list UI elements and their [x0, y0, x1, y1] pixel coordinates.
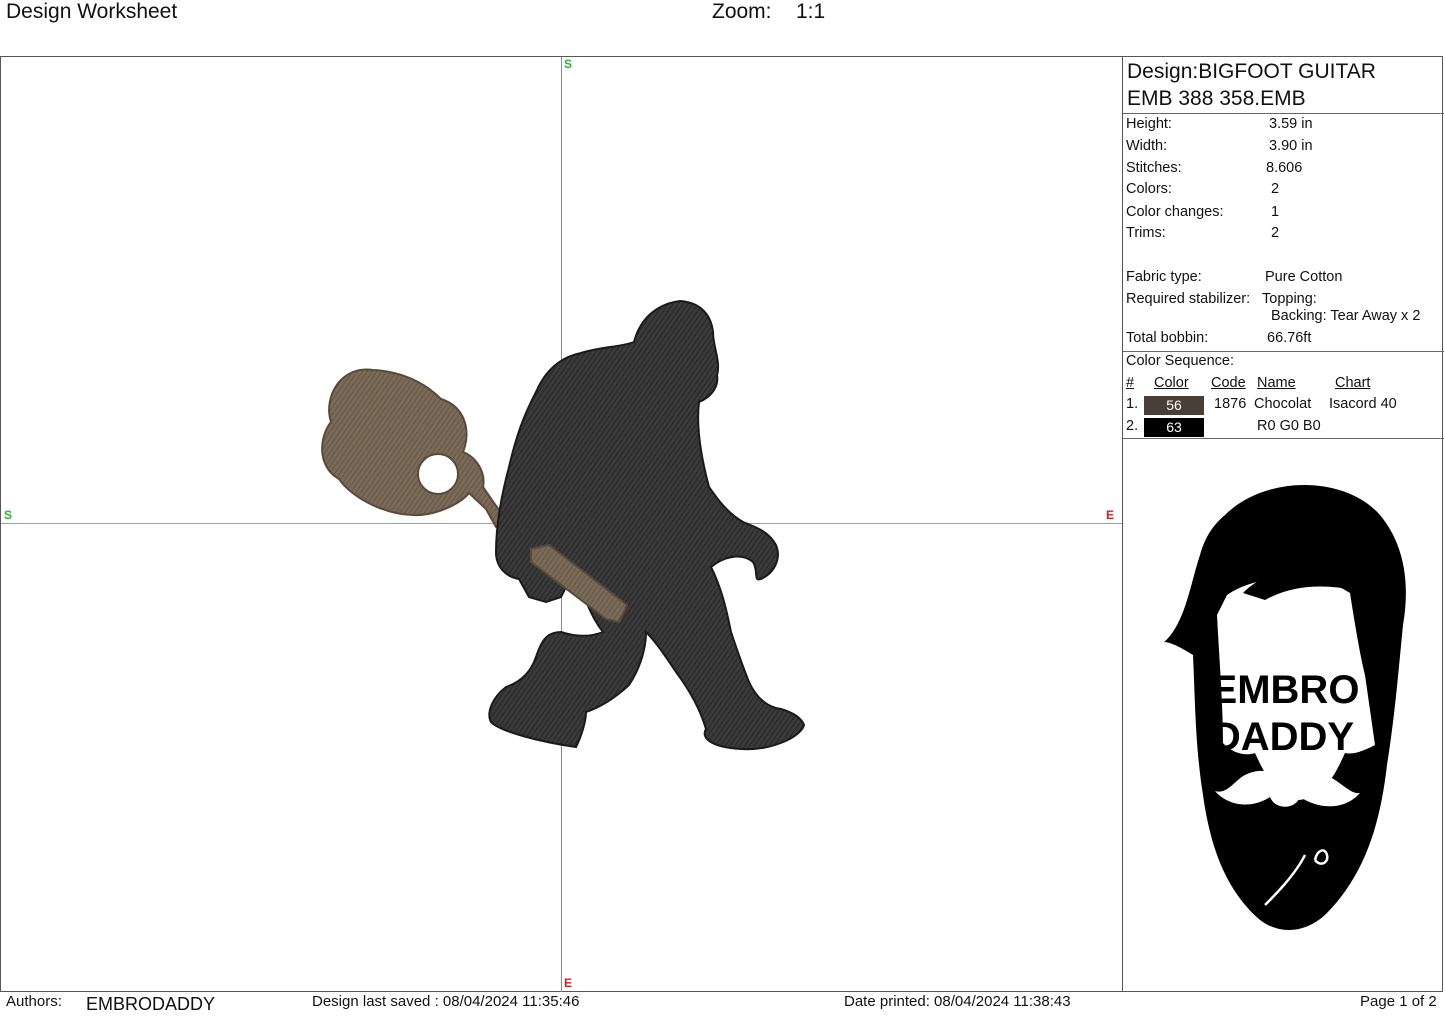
stabilizer-topping: Topping:	[1262, 291, 1317, 307]
color-row-num: 2.	[1126, 418, 1139, 434]
page-number: Page 1 of 2	[1360, 993, 1437, 1010]
guitar-shape	[321, 368, 508, 529]
color-row-num: 1.	[1126, 396, 1139, 412]
fabric-type-label: Fabric type:	[1126, 269, 1202, 285]
col-header-chart: Chart	[1335, 375, 1371, 391]
stat-color-changes-value: 1	[1271, 204, 1280, 220]
logo-text-line1: EMBRO	[1211, 668, 1360, 712]
stat-height-label: Height:	[1126, 116, 1172, 132]
separator	[1123, 113, 1444, 114]
stat-colors-value: 2	[1271, 181, 1280, 197]
color-swatch: 56	[1144, 396, 1204, 415]
authors-value: EMBRODADDY	[86, 994, 216, 1014]
col-header-code: Code	[1211, 375, 1246, 391]
stat-color-changes-label: Color changes:	[1126, 204, 1224, 220]
design-canvas[interactable]: S E S E E	[1, 57, 1122, 992]
stat-stitches-value: 8.606	[1266, 160, 1303, 176]
fabric-type-value: Pure Cotton	[1265, 269, 1343, 285]
page-title: Design Worksheet	[6, 0, 178, 23]
color-name: R0 G0 B0	[1257, 418, 1321, 434]
total-bobbin-value: 66.76ft	[1267, 330, 1312, 346]
color-code: 1876	[1214, 396, 1247, 412]
color-sequence-title: Color Sequence:	[1126, 353, 1235, 369]
zoom-value[interactable]: 1:1	[796, 0, 825, 24]
color-chart: Isacord 40	[1329, 396, 1397, 412]
embrodaddy-logo: EMBRO DADDY	[1163, 485, 1406, 931]
last-saved: Design last saved : 08/04/2024 11:35:46	[312, 993, 580, 1010]
stat-colors-label: Colors:	[1126, 181, 1172, 197]
stat-height-value: 3.59 in	[1269, 116, 1313, 132]
design-name-line1: Design:BIGFOOT GUITAR	[1127, 60, 1376, 83]
stat-width-label: Width:	[1126, 138, 1168, 154]
stat-width-value: 3.90 in	[1269, 138, 1313, 154]
col-header-color: Color	[1154, 375, 1189, 391]
col-header-num: #	[1126, 375, 1135, 391]
stat-trims-value: 2	[1271, 225, 1280, 241]
design-name: Design:BIGFOOT GUITAR EMB 388 358.EMB	[1127, 58, 1443, 112]
bigfoot-shape	[488, 299, 806, 751]
authors-label: Authors:	[6, 993, 62, 1010]
logo-text-line2: DADDY	[1212, 715, 1355, 759]
col-header-name: Name	[1257, 375, 1296, 391]
stat-trims-label: Trims:	[1126, 225, 1166, 241]
zoom-label: Zoom:	[712, 0, 772, 23]
stabilizer-backing: Backing: Tear Away x 2	[1271, 308, 1421, 324]
color-swatch: 63	[1144, 418, 1204, 437]
date-printed: Date printed: 08/04/2024 11:38:43	[844, 993, 1071, 1010]
color-name: Chocolat	[1254, 396, 1312, 412]
design-file-name: EMB 388 358.EMB	[1127, 87, 1306, 110]
total-bobbin-label: Total bobbin:	[1126, 330, 1209, 346]
stat-stitches-label: Stitches:	[1126, 160, 1182, 176]
stabilizer-label: Required stabilizer:	[1126, 291, 1251, 307]
embroidery-design[interactable]	[1, 57, 1122, 992]
separator	[1123, 438, 1444, 439]
separator	[1123, 351, 1444, 352]
